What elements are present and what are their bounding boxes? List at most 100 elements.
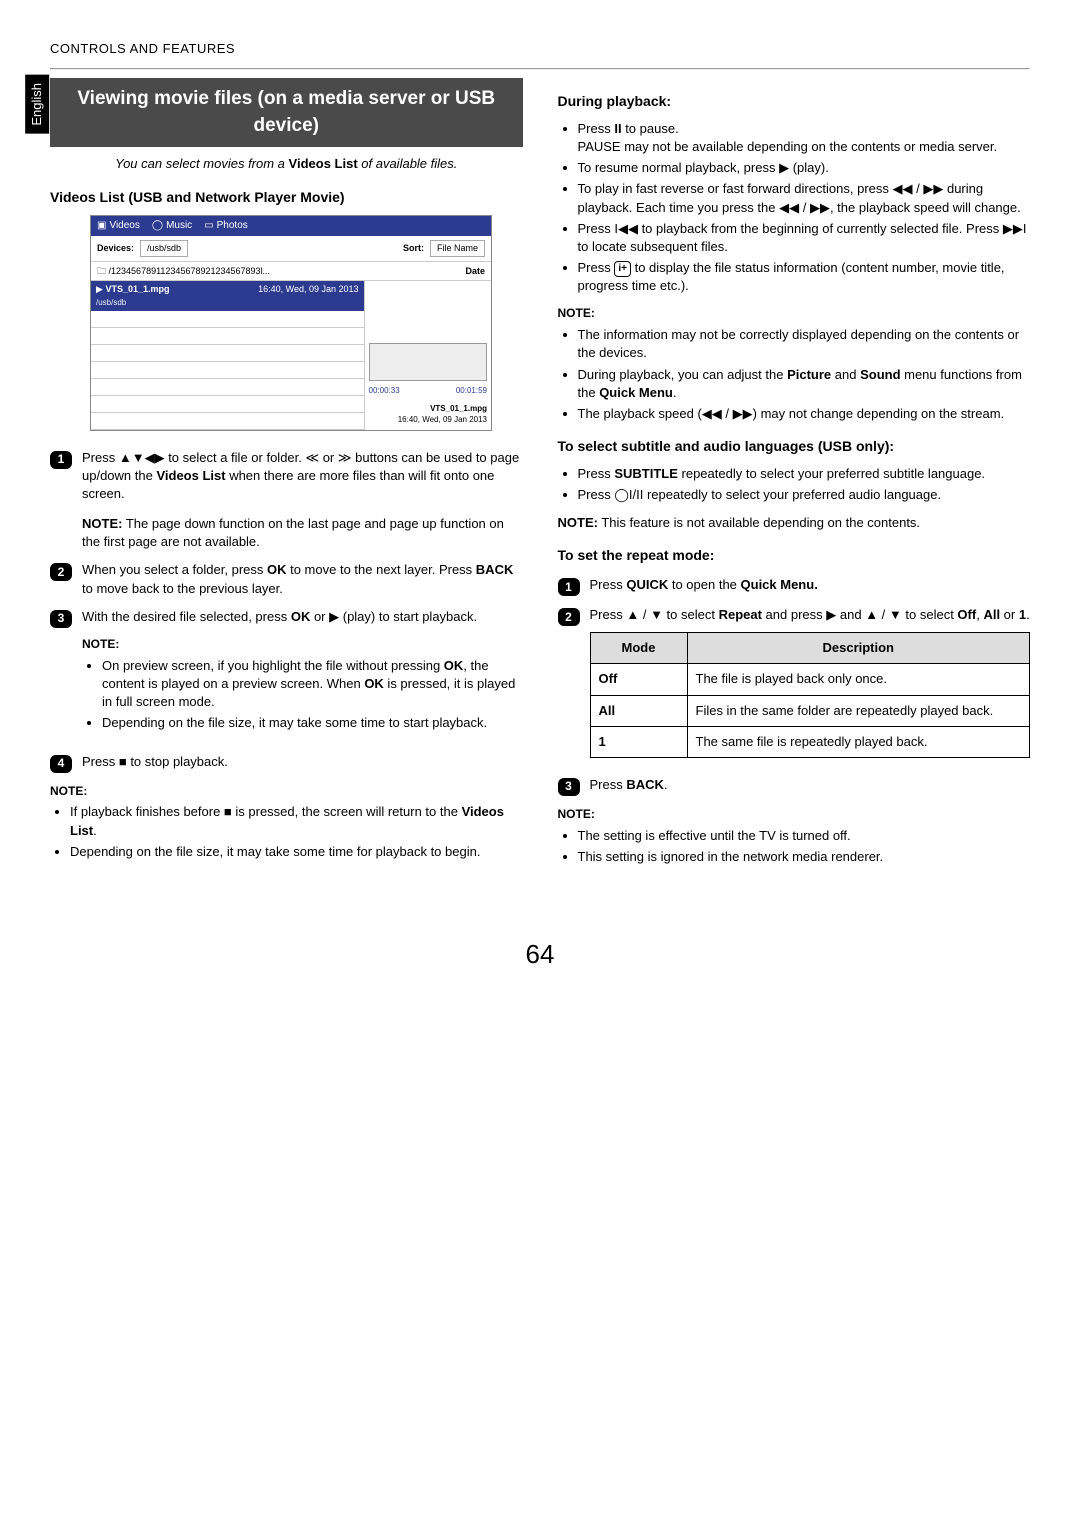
s1-note: The page down function on the last page … <box>82 516 504 549</box>
ui-path: 🗀 /123456789112345678921234567893l... <box>97 265 270 278</box>
bb1c: . <box>93 823 97 838</box>
rewind-icon-3: ◀◀ <box>702 406 722 421</box>
step-badge-2: 2 <box>50 563 72 581</box>
bottom-bul1: If playback finishes before ■ is pressed… <box>70 803 523 839</box>
pb3d: / <box>799 200 810 215</box>
rewind-icon: ◀◀ <box>893 181 913 196</box>
ui-selected-date: 16:40, Wed, 09 Jan 2013 <box>258 283 358 308</box>
step-badge-1: 1 <box>50 451 72 469</box>
step3-text: With the desired file selected, press OK… <box>82 608 523 743</box>
pb5b: to display the file status information (… <box>578 260 1005 293</box>
sub-bul1: Press SUBTITLE repeatedly to select your… <box>578 465 1031 483</box>
r2rep: Repeat <box>719 607 762 622</box>
pb5a: Press <box>578 260 615 275</box>
stop-icon-2: ■ <box>224 804 232 819</box>
rstep1-text: Press QUICK to open the Quick Menu. <box>590 576 1031 596</box>
preview-file: VTS_01_1.mpg <box>430 404 487 413</box>
audio-icon: ◯I/II <box>614 487 643 502</box>
sub-note-label: NOTE: <box>558 515 598 530</box>
ffwd-icon-3: ▶▶ <box>733 406 753 421</box>
r2c: to select <box>663 607 719 622</box>
r1q: QUICK <box>626 577 668 592</box>
intro-text: You can select movies from a Videos List… <box>50 155 523 173</box>
pb4b: to playback from the beginning of curren… <box>638 221 1003 236</box>
th-mode: Mode <box>590 633 687 664</box>
pb-b3: To play in fast reverse or fast forward … <box>578 180 1031 216</box>
r2i: or <box>1000 607 1019 622</box>
pb-b5: Press i+ to display the file status info… <box>578 259 1031 295</box>
step4-text: Press ■ to stop playback. <box>82 753 523 773</box>
s1-note-label: NOTE: <box>82 516 122 531</box>
r2all: All <box>983 607 1000 622</box>
s3b: or <box>310 609 329 624</box>
r1b: to open the <box>668 577 740 592</box>
pb-b4: Press I◀◀ to playback from the beginning… <box>578 220 1031 256</box>
subtitle-heading: To select subtitle and audio languages (… <box>558 437 1031 457</box>
sb1a: Press <box>578 466 615 481</box>
r3back: BACK <box>626 777 664 792</box>
devices-label: Devices: <box>97 242 134 255</box>
s1c: or <box>319 450 338 465</box>
pn2pic: Picture <box>787 367 831 382</box>
step1-text: Press ▲▼◀▶ to select a file or folder. ≪… <box>82 449 523 552</box>
step2-text: When you select a folder, press OK to mo… <box>82 561 523 597</box>
pb-note-b1: The information may not be correctly dis… <box>578 326 1031 362</box>
pb4c: to locate subsequent files. <box>578 239 728 254</box>
right-icon: ▶ <box>826 607 836 622</box>
pb4a: Press <box>578 221 615 236</box>
pb-note-b3: The playback speed (◀◀ / ▶▶) may not cha… <box>578 405 1031 423</box>
pb-note-b2: During playback, you can adjust the Pict… <box>578 366 1031 402</box>
tab-videos: ▣Videos <box>97 219 140 233</box>
pb3b: / <box>913 181 924 196</box>
rstep3-text: Press BACK. <box>590 776 1031 796</box>
time-total: 00:01:59 <box>456 385 487 396</box>
feature-title: Viewing movie files (on a media server o… <box>50 78 523 147</box>
tab-music-label: Music <box>166 219 192 233</box>
r2b: / <box>639 607 650 622</box>
up-icon-2: ▲ <box>865 607 878 622</box>
td-off-d: The file is played back only once. <box>687 664 1030 695</box>
sb1b: SUBTITLE <box>614 466 678 481</box>
pn3b: / <box>722 406 733 421</box>
tab-music: ◯Music <box>152 219 192 233</box>
s3ok: OK <box>291 609 311 624</box>
r2d: and press <box>762 607 826 622</box>
sb1c: repeatedly to select your preferred subt… <box>678 466 985 481</box>
pn2a: During playback, you can adjust the <box>578 367 788 382</box>
stop-icon: ■ <box>119 754 127 769</box>
tab-photos-label: Photos <box>217 219 248 233</box>
r2j: . <box>1026 607 1030 622</box>
s3-note-label: NOTE: <box>82 636 523 653</box>
td-all-d: Files in the same folder are repeatedly … <box>687 695 1030 726</box>
up-icon: ▲ <box>626 607 639 622</box>
bottom-note-label: NOTE: <box>50 783 523 800</box>
s4b: to stop playback. <box>127 754 228 769</box>
sort-value: File Name <box>430 240 485 257</box>
ui-path-text: /123456789112345678921234567893l... <box>109 266 271 276</box>
down-icon: ▼ <box>650 607 663 622</box>
page-number: 64 <box>50 936 1030 972</box>
pause-icon: II <box>614 121 621 136</box>
bb1a: If playback finishes before <box>70 804 224 819</box>
tab-photos: ▭Photos <box>204 219 248 233</box>
left-column: Viewing movie files (on a media server o… <box>50 78 523 876</box>
pb2a: To resume normal playback, press <box>578 160 780 175</box>
devices-value: /usb/sdb <box>140 240 188 257</box>
s3b1a: On preview screen, if you highlight the … <box>102 658 444 673</box>
ui-path-right: Date <box>465 265 485 278</box>
td-one: 1 <box>590 726 687 757</box>
play-icon-2: ▶ <box>779 160 789 175</box>
sub-note-text: This feature is not available depending … <box>598 515 920 530</box>
ui-selected-subtext: /usb/sdb <box>96 298 126 307</box>
pb3a: To play in fast reverse or fast forward … <box>578 181 893 196</box>
pb2b: (play). <box>789 160 829 175</box>
repeat-mode-table: ModeDescription OffThe file is played ba… <box>590 632 1031 758</box>
pb1x: PAUSE may not be available depending on … <box>578 139 998 154</box>
pb3e: , the playback speed will change. <box>830 200 1021 215</box>
rewind-icon-2: ◀◀ <box>779 200 799 215</box>
repeat-heading: To set the repeat mode: <box>558 546 1031 566</box>
ffwd-icon-2: ▶▶ <box>810 200 830 215</box>
rstep-badge-1: 1 <box>558 578 580 596</box>
ui-selected-file: VTS_01_1.mpg <box>105 284 169 294</box>
sb2b: repeatedly to select your preferred audi… <box>643 487 941 502</box>
